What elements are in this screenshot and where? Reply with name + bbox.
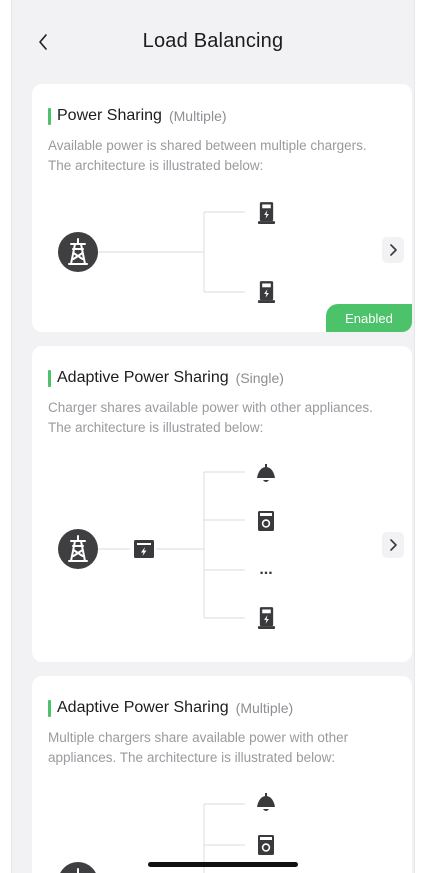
ev-charger-icon (257, 607, 276, 629)
details-button[interactable] (382, 532, 404, 558)
adaptive-power-sharing-single-card[interactable]: Adaptive Power Sharing (Single) Charger … (32, 346, 412, 662)
lamp-icon (257, 464, 275, 482)
nav-bar: Load Balancing (12, 0, 414, 84)
more-appliances-ellipsis: ... (259, 561, 272, 578)
chevron-right-icon (387, 242, 399, 258)
meter-icon (134, 540, 154, 558)
home-indicator[interactable] (148, 862, 298, 867)
power-tower-icon (58, 232, 98, 272)
adaptive-power-sharing-multiple-card[interactable]: Adaptive Power Sharing (Multiple) Multip… (32, 676, 412, 873)
page-title: Load Balancing (142, 30, 284, 52)
architecture-diagram: ... (58, 464, 276, 629)
washing-machine-icon (258, 835, 274, 855)
power-tower-icon (58, 862, 98, 873)
diagram-connectors (88, 211, 245, 293)
details-button[interactable] (382, 237, 404, 263)
status-badge: Enabled (326, 304, 412, 332)
washing-machine-icon (258, 511, 274, 531)
ev-charger-icon (257, 202, 276, 224)
lamp-icon (257, 793, 275, 811)
architecture-diagram (58, 793, 275, 873)
ev-charger-icon (257, 281, 276, 303)
architecture-diagram (58, 202, 276, 303)
diagram-connectors (88, 471, 245, 619)
app-screen: Load Balancing Power Sharing (Multiple) … (11, 0, 415, 873)
chevron-right-icon (387, 537, 399, 553)
power-tower-icon (58, 529, 98, 569)
power-sharing-multiple-card[interactable]: Power Sharing (Multiple) Available power… (32, 84, 412, 332)
